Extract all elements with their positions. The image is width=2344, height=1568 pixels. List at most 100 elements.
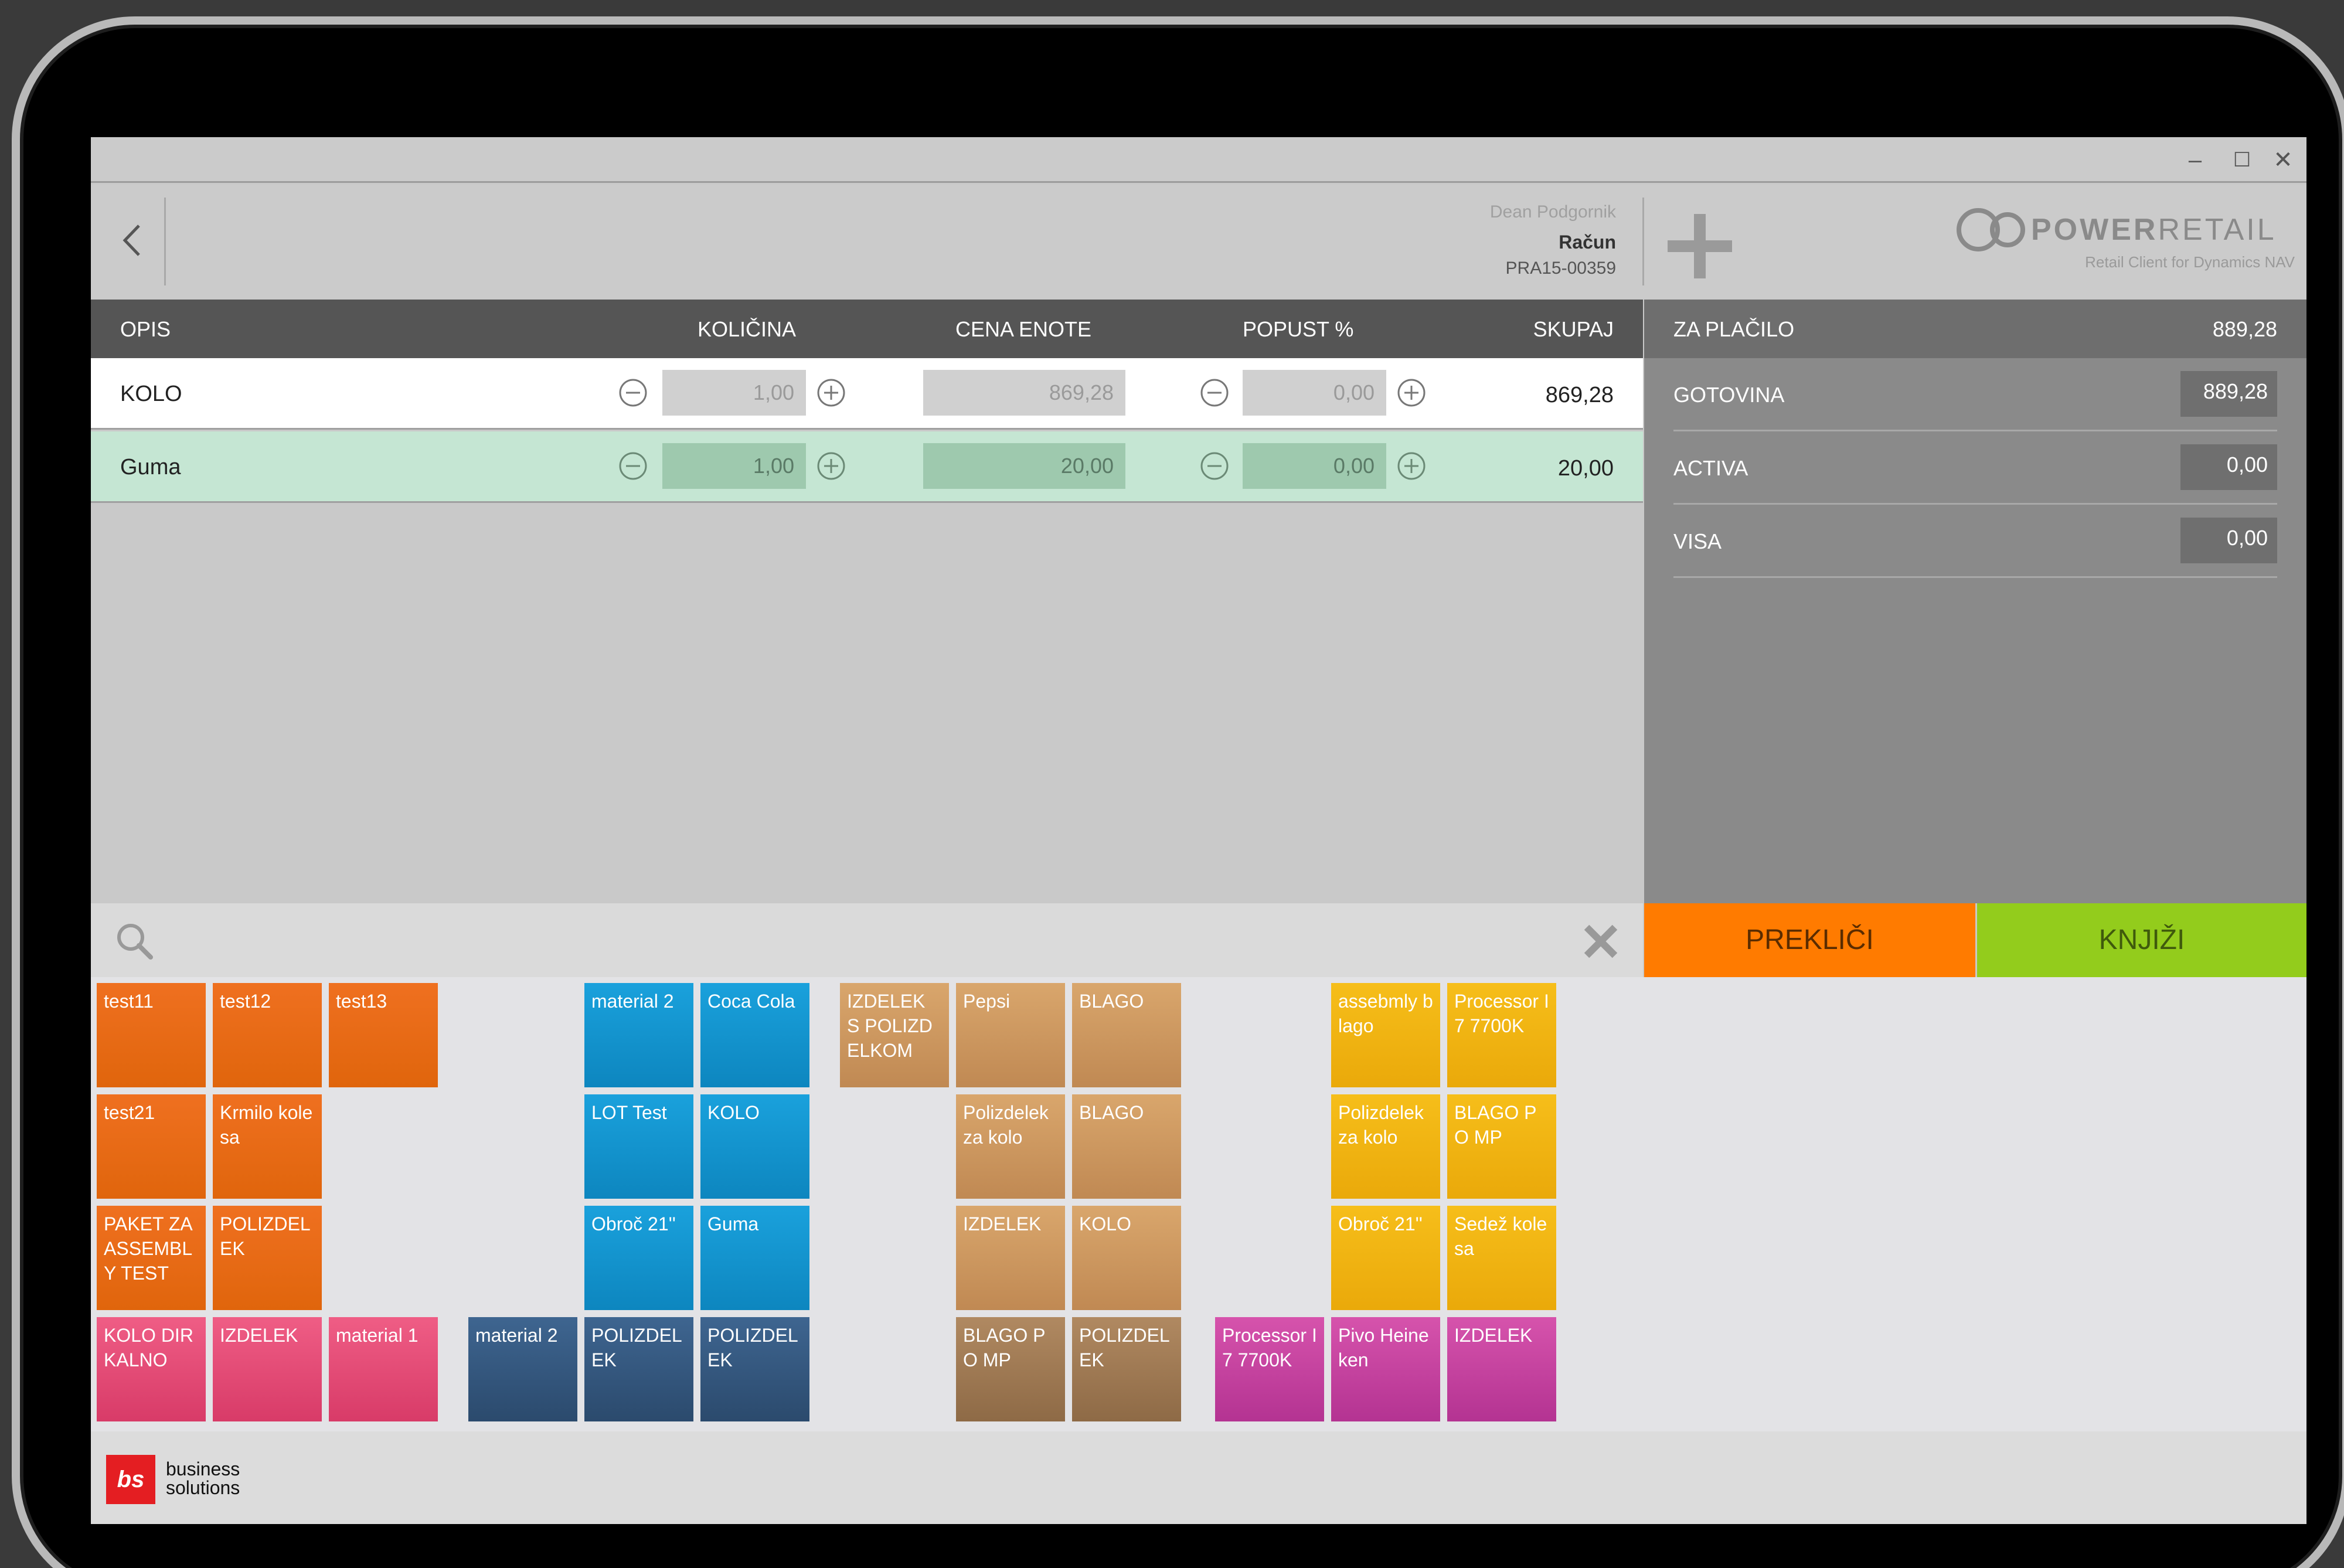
payment-method-row[interactable]: VISA 0,00: [1673, 505, 2277, 578]
clear-search-icon[interactable]: [1582, 923, 1620, 960]
company-name: business solutions: [166, 1458, 240, 1498]
item-tile[interactable]: Coca Cola: [700, 983, 809, 1087]
window-title-bar: – ☐ ✕: [91, 137, 2306, 183]
item-tiles-grid: test11 test12 test13 test21 Krmilo koles…: [91, 977, 2306, 1431]
item-tile[interactable]: POLIZDELEK: [700, 1317, 809, 1421]
bs-logo: bs: [106, 1455, 155, 1504]
item-tile[interactable]: BLAGO PO MP: [956, 1317, 1065, 1421]
logo-rings-icon: [1957, 208, 2025, 251]
item-tile[interactable]: BLAGO: [1072, 1094, 1181, 1199]
divider: [164, 198, 166, 285]
amount-due-label: ZA PLAČILO: [1673, 317, 1795, 341]
discount-field[interactable]: 0,00: [1243, 370, 1386, 416]
amount-due-header: ZA PLAČILO 889,28: [1644, 300, 2306, 358]
row-description: Guma: [120, 455, 181, 479]
item-tile[interactable]: Obroč 21'': [1331, 1206, 1440, 1310]
item-tile[interactable]: Guma: [700, 1206, 809, 1310]
payment-method-row[interactable]: ACTIVA 0,00: [1673, 431, 2277, 505]
table-row[interactable]: Guma 1,00 20,00 0,00 20,00: [91, 431, 1643, 503]
item-tile[interactable]: IZDELEK: [1447, 1317, 1556, 1421]
amount-due-value: 889,28: [2212, 317, 2277, 341]
user-name: Dean Podgornik: [1489, 202, 1616, 222]
item-tile[interactable]: IZDELEK: [956, 1206, 1065, 1310]
powerretail-logo: POWERRETAIL Retail Client for Dynamics N…: [1955, 205, 2295, 281]
qty-plus-icon[interactable]: [817, 378, 846, 407]
item-tile[interactable]: POLIZDELEK: [213, 1206, 322, 1310]
row-total: 20,00: [1557, 456, 1614, 481]
footer: bs business solutions: [91, 1431, 2306, 1524]
item-tile[interactable]: Pepsi: [956, 983, 1065, 1087]
discount-minus-icon[interactable]: [1200, 378, 1229, 407]
item-tile[interactable]: assebmly blago: [1331, 983, 1440, 1087]
payment-method-label: GOTOVINA: [1673, 383, 1785, 407]
col-total: SKUPAJ: [1533, 317, 1614, 341]
item-tile[interactable]: Pivo Heineken: [1331, 1317, 1440, 1421]
item-tile[interactable]: BLAGO PO MP: [1447, 1094, 1556, 1199]
logo-wordmark: POWERRETAIL: [2031, 213, 2277, 247]
unit-price-field[interactable]: 869,28: [923, 370, 1125, 416]
item-tile[interactable]: BLAGO: [1072, 983, 1181, 1087]
payment-amount-field[interactable]: 0,00: [2180, 518, 2277, 563]
row-total: 869,28: [1545, 383, 1614, 407]
payment-amount-field[interactable]: 889,28: [2180, 371, 2277, 417]
item-tile[interactable]: Processor I7 7700K: [1447, 983, 1556, 1087]
item-tile[interactable]: Obroč 21'': [584, 1206, 693, 1310]
item-tile[interactable]: IZDELEK: [213, 1317, 322, 1421]
payment-method-row[interactable]: GOTOVINA 889,28: [1673, 358, 2277, 431]
item-tile[interactable]: test21: [97, 1094, 206, 1199]
item-search-bar[interactable]: [91, 903, 1643, 977]
col-desc: OPIS: [120, 317, 171, 341]
logo-subtitle: Retail Client for Dynamics NAV: [2085, 253, 2295, 271]
discount-minus-icon[interactable]: [1200, 451, 1229, 481]
qty-plus-icon[interactable]: [817, 451, 846, 481]
close-button[interactable]: ✕: [2265, 144, 2301, 176]
item-tile[interactable]: material 2: [584, 983, 693, 1087]
item-tile[interactable]: Polizdelek za kolo: [956, 1094, 1065, 1199]
item-tile[interactable]: LOT Test: [584, 1094, 693, 1199]
col-price: CENA ENOTE: [955, 317, 1092, 341]
item-tile[interactable]: material 2: [468, 1317, 577, 1421]
add-document-icon[interactable]: [1668, 214, 1732, 278]
item-tile[interactable]: test11: [97, 983, 206, 1087]
lines-empty-area: [91, 505, 1643, 903]
item-tile[interactable]: POLIZDELEK: [1072, 1317, 1181, 1421]
app-window: – ☐ ✕ Dean Podgornik Račun PRA15-00359 P…: [91, 137, 2306, 1524]
item-tile[interactable]: Processor I7 7700K: [1215, 1317, 1324, 1421]
app-header: Dean Podgornik Račun PRA15-00359 POWERRE…: [91, 185, 2306, 300]
item-tile[interactable]: KOLO DIRKALNO: [97, 1317, 206, 1421]
item-tile[interactable]: material 1: [329, 1317, 438, 1421]
item-tile[interactable]: PAKET ZA ASSEMBLY TEST: [97, 1206, 206, 1310]
discount-field[interactable]: 0,00: [1243, 443, 1386, 489]
item-tile[interactable]: test12: [213, 983, 322, 1087]
payment-method-label: VISA: [1673, 529, 1722, 553]
item-tile[interactable]: IZDELEK S POLIZDELKOM: [840, 983, 949, 1087]
item-tile[interactable]: KOLO: [700, 1094, 809, 1199]
qty-field[interactable]: 1,00: [662, 443, 806, 489]
item-tile[interactable]: Sedež kolesa: [1447, 1206, 1556, 1310]
col-qty: KOLIČINA: [698, 317, 797, 341]
unit-price-field[interactable]: 20,00: [923, 443, 1125, 489]
document-number: PRA15-00359: [1505, 259, 1616, 278]
table-row[interactable]: KOLO 1,00 869,28 0,00 869,28: [91, 358, 1643, 430]
qty-minus-icon[interactable]: [618, 378, 648, 407]
item-tile[interactable]: POLIZDELEK: [584, 1317, 693, 1421]
discount-plus-icon[interactable]: [1397, 451, 1426, 481]
item-tile[interactable]: Krmilo kolesa: [213, 1094, 322, 1199]
discount-plus-icon[interactable]: [1397, 378, 1426, 407]
cancel-button[interactable]: PREKLIČI: [1644, 903, 1975, 977]
back-arrow-icon[interactable]: [108, 208, 155, 273]
minimize-button[interactable]: –: [2178, 144, 2213, 176]
lines-table-header: OPIS KOLIČINA CENA ENOTE POPUST % SKUPAJ: [91, 300, 1643, 358]
tablet-frame: – ☐ ✕ Dean Podgornik Račun PRA15-00359 P…: [12, 16, 2344, 1568]
qty-minus-icon[interactable]: [618, 451, 648, 481]
row-description: KOLO: [120, 382, 182, 406]
maximize-button[interactable]: ☐: [2224, 144, 2260, 176]
item-tile[interactable]: test13: [329, 983, 438, 1087]
col-discount: POPUST %: [1243, 317, 1354, 341]
post-button[interactable]: KNJIŽI: [1977, 903, 2306, 977]
qty-field[interactable]: 1,00: [662, 370, 806, 416]
search-icon[interactable]: [114, 921, 155, 962]
item-tile[interactable]: Polizdelek za kolo: [1331, 1094, 1440, 1199]
item-tile[interactable]: KOLO: [1072, 1206, 1181, 1310]
payment-amount-field[interactable]: 0,00: [2180, 444, 2277, 490]
